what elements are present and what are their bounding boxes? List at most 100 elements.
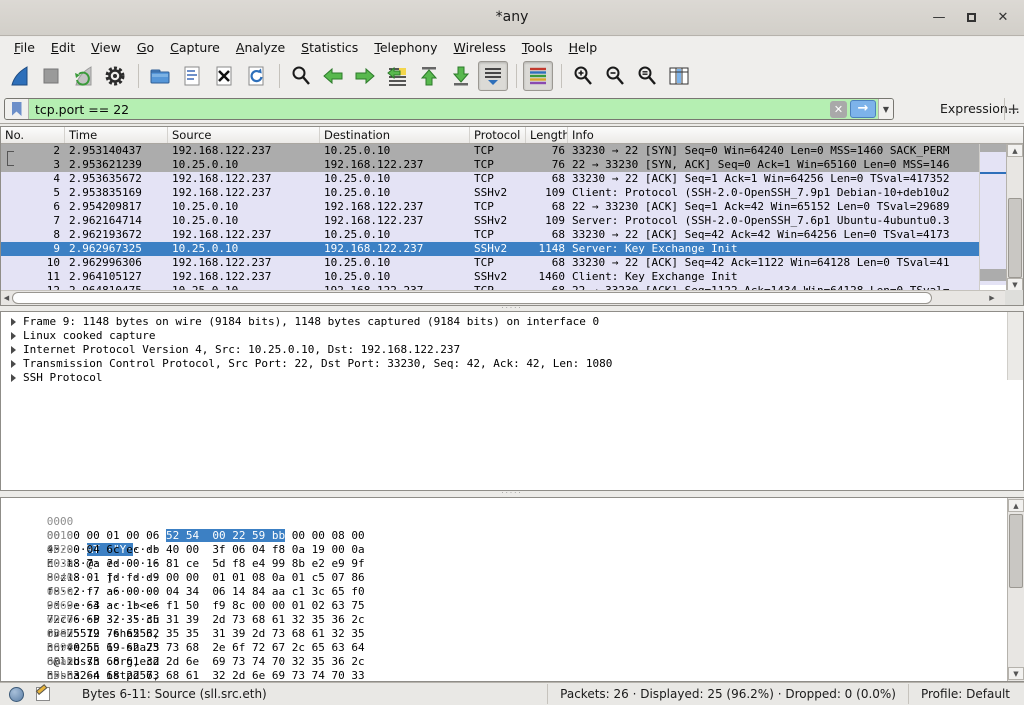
find-packet-button[interactable] [286, 61, 316, 91]
intelligent-scrollbar-minimap[interactable] [979, 144, 1007, 291]
auto-scroll-button[interactable] [478, 61, 508, 91]
scroll-right-arrow[interactable]: ▶ [985, 291, 999, 305]
scroll-left-arrow[interactable]: ◀ [1, 291, 12, 305]
menu-item[interactable]: Wireless [446, 38, 514, 57]
column-header-source[interactable]: Source [168, 127, 320, 143]
column-header-length[interactable]: Length [526, 127, 568, 143]
menu-item[interactable]: Help [561, 38, 606, 57]
resize-columns-button[interactable] [664, 61, 694, 91]
column-header-protocol[interactable]: Protocol [470, 127, 526, 143]
hex-offset: 00a0 [47, 655, 77, 669]
clear-filter-button[interactable]: ✕ [830, 101, 847, 118]
menu-item[interactable]: Capture [162, 38, 228, 57]
maximize-button[interactable] [958, 8, 984, 28]
detail-tree-row[interactable]: Internet Protocol Version 4, Src: 10.25.… [1, 343, 1023, 357]
hex-offset: 0010 [47, 529, 77, 543]
resize-columns-icon [667, 64, 691, 88]
menu-item[interactable]: File [6, 38, 43, 57]
reload-icon [244, 64, 268, 88]
apply-filter-button[interactable]: → [850, 100, 876, 118]
filter-history-dropdown[interactable]: ▼ [878, 99, 893, 119]
profile-selector[interactable]: Profile: Default [908, 684, 1024, 704]
packet-row[interactable]: 2 2.953140437 192.168.122.237 10.25.0.10… [1, 144, 979, 158]
packet-list-horizontal-scrollbar[interactable]: ◀ ▶ [1, 290, 1006, 305]
column-header-time[interactable]: Time [65, 127, 168, 143]
display-filter-field[interactable]: tcp.port == 22 ✕ → ▼ [4, 98, 894, 120]
go-back-button[interactable] [318, 61, 348, 91]
bytes-vertical-scrollbar[interactable]: ▲ ▼ [1007, 498, 1024, 681]
packet-row[interactable]: 6 2.954209817 10.25.0.10 192.168.122.237… [1, 200, 979, 214]
packet-row[interactable]: 9 2.962967325 10.25.0.10 192.168.122.237… [1, 242, 979, 256]
detail-tree-row[interactable]: SSH Protocol [1, 371, 1023, 385]
go-forward-button[interactable] [350, 61, 380, 91]
expand-arrow-icon[interactable] [11, 318, 16, 326]
restart-capture-button[interactable] [68, 61, 98, 91]
filter-input[interactable]: tcp.port == 22 [29, 102, 830, 117]
open-file-button[interactable] [145, 61, 175, 91]
menu-item[interactable]: View [83, 38, 129, 57]
menu-item[interactable]: Telephony [366, 38, 445, 57]
gear-icon [103, 64, 127, 88]
colorize-button[interactable] [523, 61, 553, 91]
add-filter-button[interactable]: + [1004, 98, 1022, 120]
close-file-button[interactable] [209, 61, 239, 91]
zoom-in-button[interactable] [568, 61, 598, 91]
start-capture-button[interactable] [4, 61, 34, 91]
expert-info-icon[interactable] [9, 687, 24, 702]
toolbar-separator [138, 64, 139, 88]
expand-arrow-icon[interactable] [11, 374, 16, 382]
capture-comment-icon[interactable] [36, 687, 50, 701]
menu-item[interactable]: Statistics [293, 38, 366, 57]
scroll-down-arrow[interactable]: ▼ [1008, 667, 1024, 680]
maximize-icon [967, 13, 976, 22]
hex-bytes: 9d 9e 63 ac 1b c6 f1 50 f9 8c 00 00 01 0… [47, 599, 399, 613]
expand-arrow-icon[interactable] [11, 332, 16, 340]
hex-offset: 0030 [47, 557, 77, 571]
close-file-icon [212, 64, 236, 88]
packet-row[interactable]: 7 2.962164714 10.25.0.10 192.168.122.237… [1, 214, 979, 228]
arrow-down-bar-icon [449, 64, 473, 88]
packet-row[interactable]: 3 2.953621239 10.25.0.10 192.168.122.237… [1, 158, 979, 172]
packet-row[interactable]: 10 2.962996306 192.168.122.237 10.25.0.1… [1, 256, 979, 270]
stop-capture-button[interactable] [36, 61, 66, 91]
scrollbar-thumb[interactable] [1008, 198, 1022, 278]
detail-tree-row[interactable]: Linux cooked capture [1, 329, 1023, 343]
packet-list-vertical-scrollbar[interactable]: ▲ ▼ [1006, 144, 1023, 291]
zoom-original-button[interactable] [632, 61, 662, 91]
hex-row[interactable]: 0000 00 00 00 01 00 06 52 54 00 22 59 bb… [1, 501, 1023, 515]
menu-item[interactable]: Edit [43, 38, 83, 57]
scroll-up-arrow[interactable]: ▲ [1007, 144, 1023, 157]
detail-tree-row[interactable]: Frame 9: 1148 bytes on wire (9184 bits),… [1, 315, 1023, 329]
main-toolbar [0, 57, 1024, 94]
save-file-button[interactable] [177, 61, 207, 91]
capture-options-button[interactable] [100, 61, 130, 91]
close-button[interactable]: ✕ [990, 8, 1016, 28]
menu-item[interactable]: Tools [514, 38, 561, 57]
packet-row[interactable]: 5 2.953835169 192.168.122.237 10.25.0.10… [1, 186, 979, 200]
go-first-packet-button[interactable] [414, 61, 444, 91]
scrollbar-thumb[interactable] [1009, 514, 1023, 588]
column-header-destination[interactable]: Destination [320, 127, 470, 143]
expand-arrow-icon[interactable] [11, 346, 16, 354]
hex-bytes: 80 18 01 fd fd d9 00 00 01 01 08 0a 01 c… [47, 571, 399, 585]
filter-bookmark-button[interactable] [5, 99, 29, 119]
menu-item[interactable]: Analyze [228, 38, 293, 57]
expand-arrow-icon[interactable] [11, 360, 16, 368]
go-last-packet-button[interactable] [446, 61, 476, 91]
detail-tree-row[interactable]: Transmission Control Protocol, Src Port:… [1, 357, 1023, 371]
menu-item[interactable]: Go [129, 38, 162, 57]
packet-row[interactable]: 4 2.953635672 192.168.122.237 10.25.0.10… [1, 172, 979, 186]
packet-list-pane: No. Time Source Destination Protocol Len… [0, 126, 1024, 306]
details-scrollbar-trough[interactable] [1007, 312, 1023, 380]
minimize-button[interactable]: — [926, 8, 952, 28]
hex-row[interactable]: 0010 45 00 04 6c ec db 40 00 3f 06 04 f8… [1, 515, 1023, 529]
go-to-packet-button[interactable] [382, 61, 412, 91]
scroll-up-arrow[interactable]: ▲ [1008, 499, 1024, 512]
packet-row[interactable]: 8 2.962193672 192.168.122.237 10.25.0.10… [1, 228, 979, 242]
scrollbar-thumb[interactable] [12, 292, 932, 304]
zoom-out-button[interactable] [600, 61, 630, 91]
column-header-no[interactable]: No. [1, 127, 65, 143]
reload-file-button[interactable] [241, 61, 271, 91]
column-header-info[interactable]: Info [568, 127, 1023, 143]
packet-row[interactable]: 11 2.964105127 192.168.122.237 10.25.0.1… [1, 270, 979, 284]
